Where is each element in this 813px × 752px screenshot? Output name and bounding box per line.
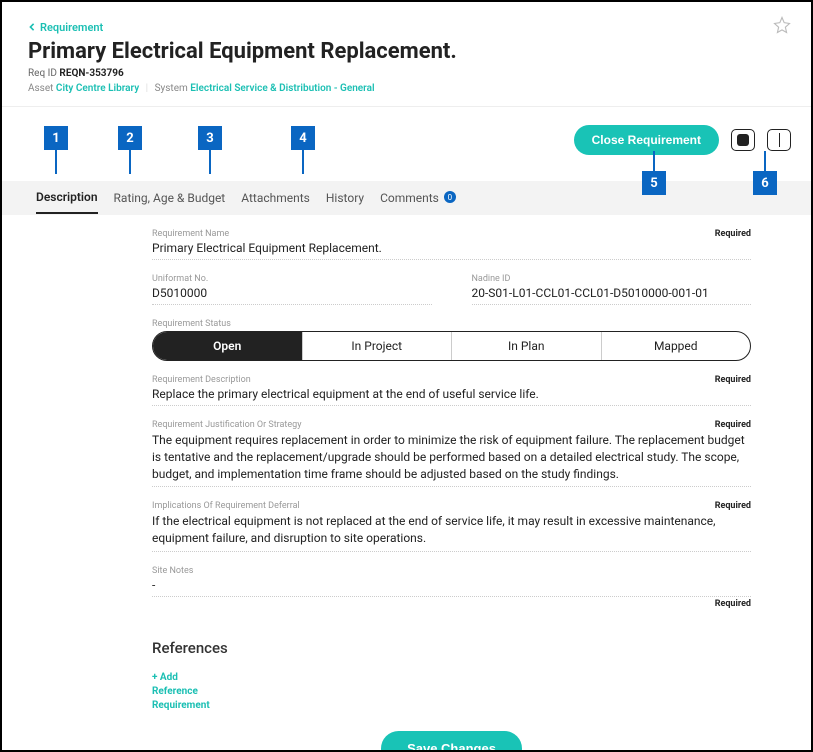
tab-rating-age-budget[interactable]: Rating, Age & Budget [114, 183, 226, 213]
view-mode-split-button[interactable] [767, 129, 791, 151]
value-nadine-id[interactable]: 20-S01-L01-CCL01-CCL01-D5010000-001-01 [472, 286, 752, 305]
add-reference-link[interactable]: + Add Reference Requirement [152, 671, 210, 713]
callout-4: 4 [291, 126, 315, 150]
label-nadine-id: Nadine ID [472, 274, 511, 284]
reqid-line: Req ID REQN-353796 [28, 68, 791, 79]
required-tag: Required [715, 229, 751, 239]
required-tag: Required [715, 599, 751, 609]
required-tag: Required [715, 501, 751, 511]
required-tag: Required [715, 420, 751, 430]
label-requirement-name: Requirement Name [152, 229, 229, 239]
label-description: Requirement Description [152, 375, 251, 385]
status-option-mapped[interactable]: Mapped [602, 332, 751, 360]
breadcrumb-back[interactable]: Requirement [28, 21, 103, 34]
label-implications: Implications Of Requirement Deferral [152, 501, 300, 511]
field-status: Requirement Status Open In Project In Pl… [152, 319, 751, 361]
callout-5: 5 [642, 171, 666, 195]
save-row: Save Changes [152, 731, 751, 752]
status-option-in-project[interactable]: In Project [303, 332, 453, 360]
tab-strip: Description Rating, Age & Budget Attachm… [2, 181, 811, 215]
callout-6: 6 [753, 171, 777, 195]
asset-link[interactable]: City Centre Library [56, 83, 139, 94]
callout-6-line [764, 151, 766, 171]
status-option-open[interactable]: Open [153, 332, 303, 360]
callout-1: 1 [44, 126, 68, 150]
meta-line: Asset City Centre Library | System Elect… [28, 83, 791, 94]
callout-5-line [653, 151, 655, 171]
system-link[interactable]: Electrical Service & Distribution - Gene… [190, 83, 374, 94]
app-frame: Requirement Primary Electrical Equipment… [0, 0, 813, 752]
asset-label: Asset [28, 83, 53, 94]
label-status: Requirement Status [152, 319, 231, 329]
value-uniformat[interactable]: D5010000 [152, 286, 432, 305]
status-option-in-plan[interactable]: In Plan [452, 332, 602, 360]
comments-count-badge: 0 [444, 191, 456, 203]
tab-comments-label: Comments [380, 191, 439, 205]
references-section: References + Add Reference Requirement [152, 639, 751, 713]
callout-3-line [209, 150, 211, 174]
tab-comments[interactable]: Comments 0 [380, 183, 456, 213]
reqid-value: REQN-353796 [59, 68, 123, 79]
value-site-notes[interactable]: - [152, 578, 751, 597]
value-justification[interactable]: The equipment requires replacement in or… [152, 432, 751, 487]
callout-3: 3 [198, 126, 222, 150]
field-nadine-id: Nadine ID 20-S01-L01-CCL01-CCL01-D501000… [472, 274, 752, 305]
field-requirement-name: Requirement Name Required Primary Electri… [152, 229, 751, 260]
view-mode-compact-button[interactable] [731, 129, 755, 151]
system-label: System [155, 83, 188, 94]
chevron-left-icon [28, 23, 36, 31]
value-requirement-name[interactable]: Primary Electrical Equipment Replacement… [152, 241, 751, 260]
value-description[interactable]: Replace the primary electrical equipment… [152, 387, 751, 406]
meta-separator: | [146, 83, 148, 94]
page-title: Primary Electrical Equipment Replacement… [28, 39, 791, 64]
callout-2-line [129, 150, 131, 174]
label-site-notes: Site Notes [152, 566, 193, 576]
callout-4-line [302, 150, 304, 174]
tab-attachments[interactable]: Attachments [241, 183, 310, 213]
breadcrumb-label: Requirement [40, 21, 103, 34]
label-uniformat: Uniformat No. [152, 274, 208, 284]
reqid-label: Req ID [28, 68, 57, 79]
field-implications: Implications Of Requirement Deferral Requ… [152, 501, 751, 552]
label-justification: Requirement Justification Or Strategy [152, 420, 301, 430]
tab-history[interactable]: History [326, 183, 364, 213]
save-changes-button[interactable]: Save Changes [381, 731, 522, 752]
callout-1-line [55, 150, 57, 174]
field-uniformat: Uniformat No. D5010000 [152, 274, 432, 305]
status-segmented: Open In Project In Plan Mapped [152, 331, 751, 361]
references-heading: References [152, 639, 751, 657]
header-card: Requirement Primary Electrical Equipment… [2, 2, 811, 107]
tab-description[interactable]: Description [36, 182, 98, 214]
value-implications[interactable]: If the electrical equipment is not repla… [152, 513, 751, 552]
callout-2: 2 [118, 126, 142, 150]
form-content: Requirement Name Required Primary Electri… [2, 215, 811, 752]
close-requirement-button[interactable]: Close Requirement [574, 125, 719, 155]
required-tag: Required [715, 375, 751, 385]
favorite-star-icon[interactable] [773, 16, 791, 38]
field-site-notes: Site Notes - Required [152, 566, 751, 609]
field-description: Requirement Description Required Replace … [152, 375, 751, 406]
field-justification: Requirement Justification Or Strategy Req… [152, 420, 751, 487]
